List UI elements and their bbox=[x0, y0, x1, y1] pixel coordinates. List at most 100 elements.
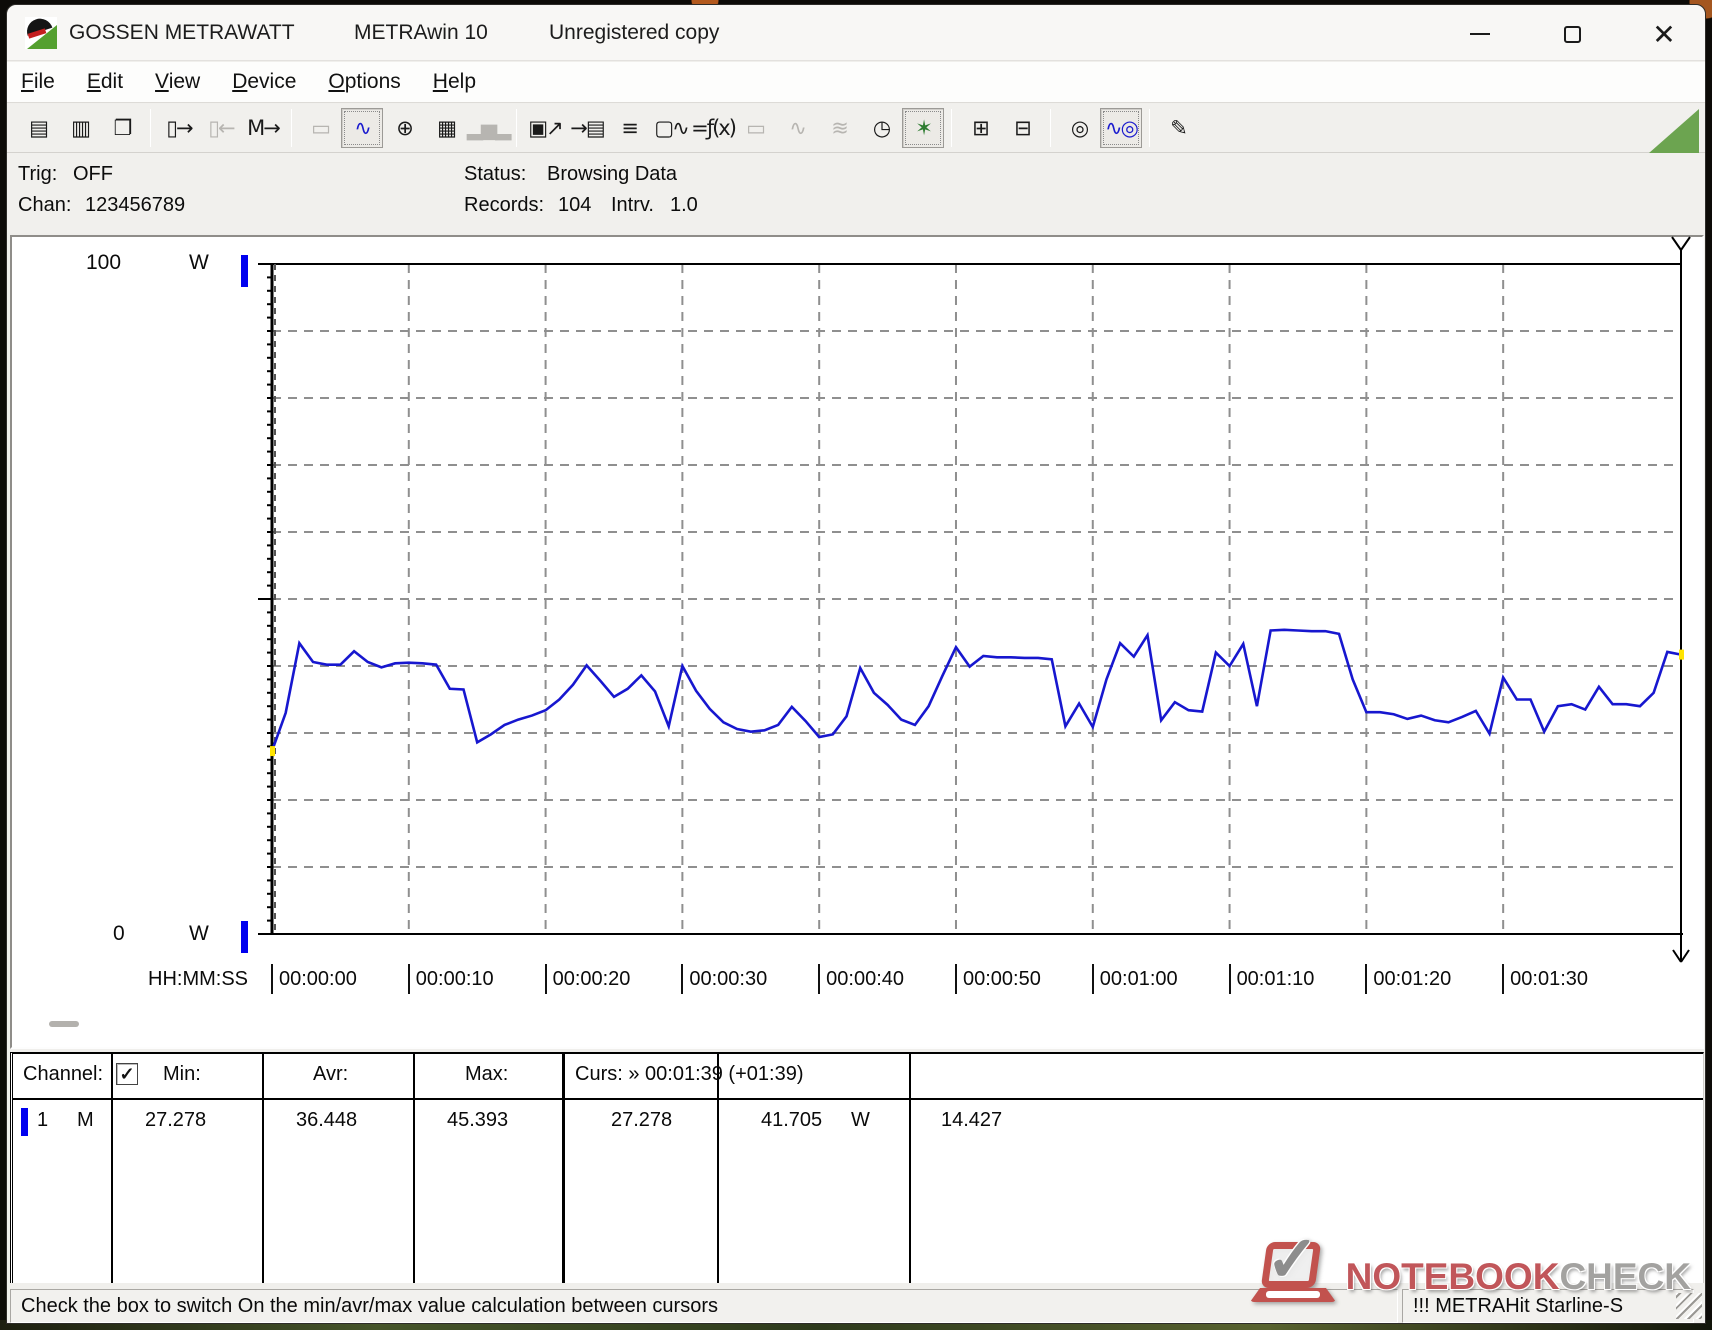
read-memory-button[interactable]: M→ bbox=[242, 108, 284, 148]
toolbar-separator bbox=[150, 109, 151, 147]
x-tick-label: 00:00:30 bbox=[689, 968, 767, 991]
x-tick-mark bbox=[1092, 964, 1094, 994]
header-cursor: Curs: » 00:01:39 (+01:39) bbox=[575, 1063, 803, 1086]
y-axis-unit-bottom: W bbox=[189, 922, 209, 946]
horizontal-scrollbar-thumb[interactable] bbox=[49, 1021, 79, 1027]
open-file-button[interactable]: ❐ bbox=[101, 108, 143, 148]
cell-cursor2-unit: W bbox=[851, 1109, 870, 1132]
menu-view[interactable]: View bbox=[155, 70, 200, 94]
print-preview-button[interactable]: ⊞ bbox=[959, 108, 1001, 148]
cell-channel-number: 1 bbox=[37, 1109, 48, 1132]
x-tick-mark bbox=[1365, 964, 1367, 994]
x-tick-mark bbox=[1229, 964, 1231, 994]
maximize-button[interactable] bbox=[1549, 11, 1595, 57]
cell-min-value: 27.278 bbox=[145, 1109, 206, 1132]
y-axis-unit-top: W bbox=[189, 251, 209, 275]
zoom-time-button[interactable]: ◎ bbox=[1058, 108, 1100, 148]
chan-label: Chan: bbox=[18, 194, 71, 217]
x-tick-mark bbox=[818, 964, 820, 994]
analog-wave-button[interactable]: ∿ bbox=[776, 108, 818, 148]
menu-edit[interactable]: Edit bbox=[87, 70, 123, 94]
notebookcheck-laptop-icon: ✓ bbox=[1248, 1238, 1340, 1316]
menu-file[interactable]: File bbox=[21, 70, 55, 94]
records-value: 104 bbox=[558, 194, 591, 217]
toolbar-separator bbox=[516, 109, 517, 147]
zoom-curve-button[interactable]: ∿◎ bbox=[1100, 108, 1142, 148]
status-panel: Trig: OFF Chan: 123456789 Status: Browsi… bbox=[7, 153, 1705, 233]
toolbar-separator bbox=[951, 109, 952, 147]
gossen-metrawatt-logo-icon bbox=[25, 17, 57, 49]
y-axis-max-label: 100 bbox=[86, 251, 121, 275]
x-tick-mark bbox=[681, 964, 683, 994]
x-tick-label: 00:01:10 bbox=[1237, 968, 1315, 991]
cell-cursor1-value: 27.278 bbox=[611, 1109, 672, 1132]
formula-button[interactable]: =ƒ(x) bbox=[692, 108, 734, 148]
trend-view-button[interactable]: ∿ bbox=[341, 108, 383, 148]
x-tick-mark bbox=[271, 964, 273, 994]
x-tick-label: 00:00:00 bbox=[279, 968, 357, 991]
x-tick-label: 00:00:10 bbox=[416, 968, 494, 991]
y-axis-min-label: 0 bbox=[113, 922, 125, 946]
title-app: METRAwin 10 bbox=[354, 21, 488, 45]
minmax-checkbox[interactable]: ✓ bbox=[116, 1063, 138, 1085]
print-button[interactable]: ⊟ bbox=[1001, 108, 1043, 148]
x-tick-label: 00:00:40 bbox=[826, 968, 904, 991]
histogram-view-button[interactable]: ▂▅▂ bbox=[467, 108, 509, 148]
monitor-view-button[interactable]: ▢∿ bbox=[650, 108, 692, 148]
channel1-color-bar bbox=[21, 1108, 28, 1136]
cell-max-value: 45.393 bbox=[447, 1109, 508, 1132]
title-license: Unregistered copy bbox=[549, 21, 719, 45]
header-min: Min: bbox=[163, 1063, 201, 1086]
menu-options[interactable]: Options bbox=[328, 70, 400, 94]
write-device-button[interactable]: ▯← bbox=[200, 108, 242, 148]
digital-display-button[interactable]: ▭ bbox=[734, 108, 776, 148]
export-data-button[interactable]: ▣↗ bbox=[524, 108, 566, 148]
x-tick-mark bbox=[545, 964, 547, 994]
records-label: Records: bbox=[464, 194, 544, 217]
channel-list-button[interactable]: ≡ bbox=[608, 108, 650, 148]
notebookcheck-watermark: ✓ NOTEBOOK CHECK bbox=[1248, 1237, 1691, 1317]
cell-cursor-delta: 14.427 bbox=[941, 1109, 1002, 1132]
trig-label: Trig: bbox=[18, 163, 57, 186]
menu-help[interactable]: Help bbox=[433, 70, 476, 94]
sample-rate-button[interactable]: ≋ bbox=[818, 108, 860, 148]
toolbar: ▤▥❐▯→▯←M→▭∿⊕▦▂▅▂▣↗→▤≡▢∿=ƒ(x)▭∿≋◷✶⊞⊟◎∿◎✎ bbox=[7, 104, 1705, 153]
table-view-button[interactable]: ▦ bbox=[425, 108, 467, 148]
title-brand: GOSSEN METRAWATT bbox=[69, 21, 295, 45]
channel1-axis-marker-top bbox=[241, 255, 248, 287]
time-clock-button[interactable]: ◷ bbox=[860, 108, 902, 148]
title-bar: GOSSEN METRAWATT METRAwin 10 Unregistere… bbox=[7, 5, 1705, 61]
display-panel-button[interactable]: ▭ bbox=[299, 108, 341, 148]
status-label: Status: bbox=[464, 163, 526, 186]
save-data-button[interactable]: ▤ bbox=[17, 108, 59, 148]
close-button[interactable]: ✕ bbox=[1641, 11, 1687, 57]
live-mode-button[interactable]: ✶ bbox=[902, 108, 944, 148]
toolbar-separator bbox=[1149, 109, 1150, 147]
minimize-button[interactable] bbox=[1457, 11, 1503, 57]
chan-value: 123456789 bbox=[85, 194, 185, 217]
time-axis-format-label: HH:MM:SS bbox=[148, 968, 248, 991]
trig-value: OFF bbox=[73, 163, 113, 186]
x-tick-label: 00:00:50 bbox=[963, 968, 1041, 991]
header-channel: Channel: bbox=[23, 1063, 103, 1086]
resize-corner-triangle bbox=[1649, 109, 1699, 153]
x-tick-label: 00:01:20 bbox=[1373, 968, 1451, 991]
header-avr: Avr: bbox=[313, 1063, 348, 1086]
annotation-button[interactable]: ✎ bbox=[1157, 108, 1199, 148]
log-to-disk-button[interactable]: →▤ bbox=[566, 108, 608, 148]
scope-view-button[interactable]: ⊕ bbox=[383, 108, 425, 148]
read-device-button[interactable]: ▯→ bbox=[158, 108, 200, 148]
watermark-check-text: CHECK bbox=[1559, 1256, 1691, 1298]
trend-chart[interactable] bbox=[256, 258, 1685, 938]
x-tick-mark bbox=[1502, 964, 1504, 994]
x-tick-mark bbox=[955, 964, 957, 994]
x-tick-label: 00:01:30 bbox=[1510, 968, 1588, 991]
header-max: Max: bbox=[465, 1063, 508, 1086]
menu-bar: File Edit View Device Options Help bbox=[7, 62, 1705, 103]
watermark-notebook-text: NOTEBOOK bbox=[1346, 1256, 1560, 1298]
save-as-button[interactable]: ▥ bbox=[59, 108, 101, 148]
x-tick-label: 00:01:00 bbox=[1100, 968, 1178, 991]
toolbar-separator bbox=[291, 109, 292, 147]
menu-device[interactable]: Device bbox=[232, 70, 296, 94]
x-tick-mark bbox=[408, 964, 410, 994]
